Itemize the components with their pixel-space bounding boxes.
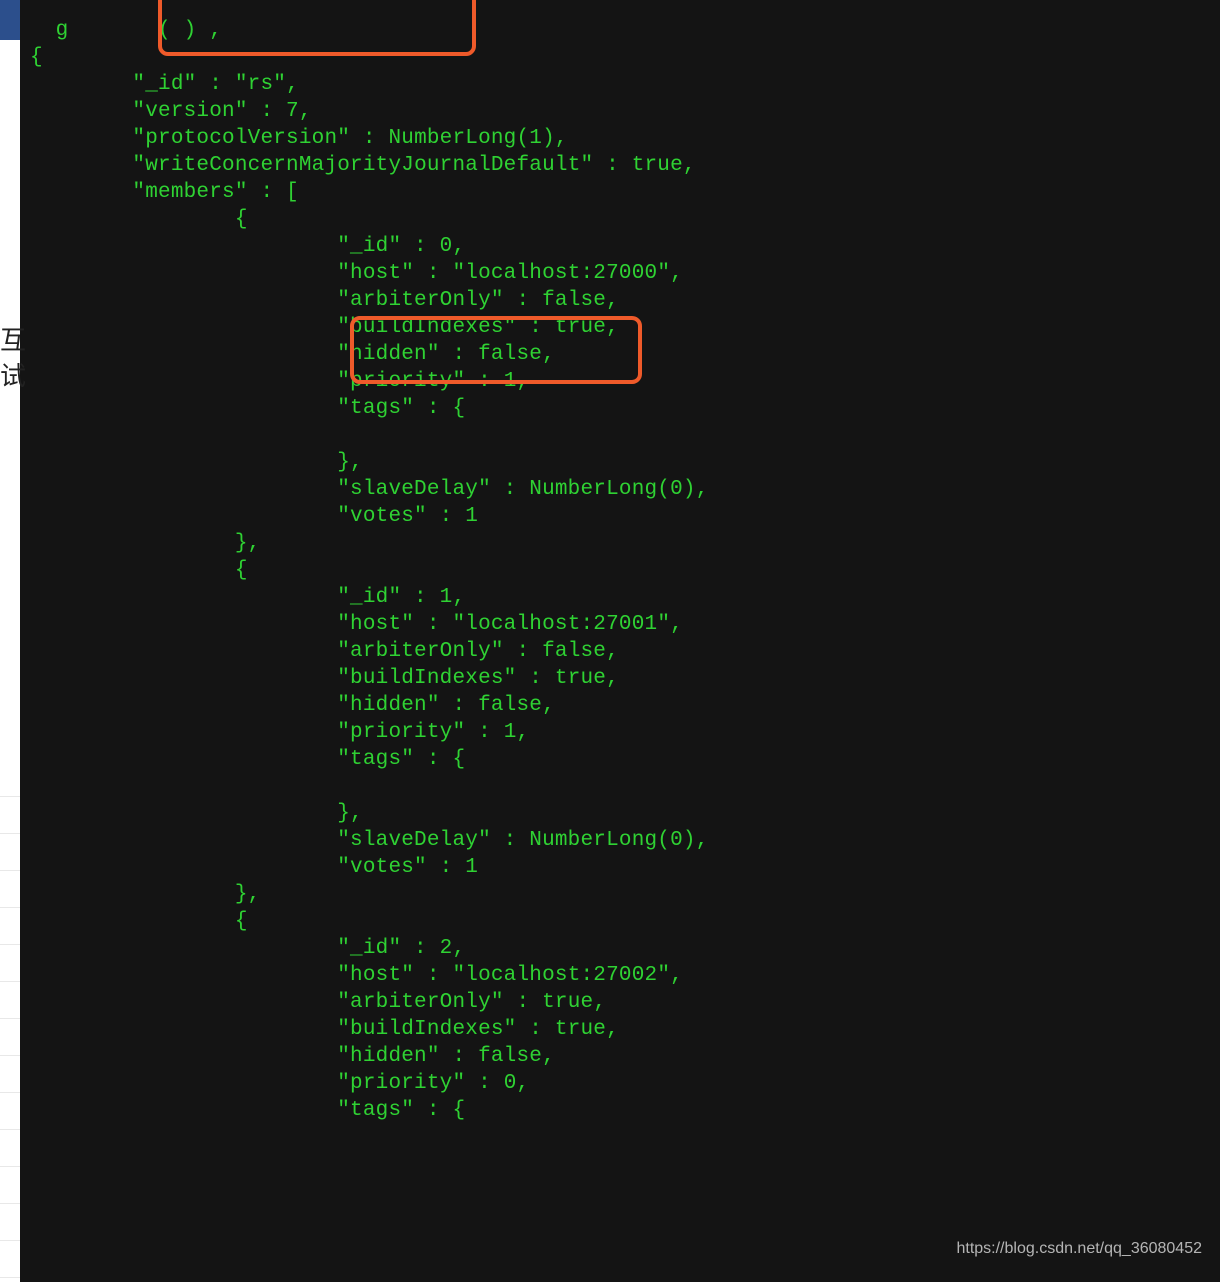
cfg-version-val: 7 xyxy=(286,100,299,123)
m1-pri: 1 xyxy=(504,721,517,744)
m2-bidx: true xyxy=(555,1018,606,1041)
cfg-id-key: "_id" xyxy=(132,73,196,96)
m2-hidden: false xyxy=(478,1045,542,1068)
m1-id: 1 xyxy=(440,586,453,609)
open-brace: { xyxy=(30,46,43,69)
m1-bidx: true xyxy=(555,667,606,690)
m0-host: localhost:27000 xyxy=(465,262,657,285)
page-root: g ( ) , { "_id" : "rs", "version" : 7, "… xyxy=(0,0,1220,1282)
m2-id: 2 xyxy=(440,937,453,960)
terminal-window[interactable]: g ( ) , { "_id" : "rs", "version" : 7, "… xyxy=(20,0,1220,1282)
cfg-id-val: "rs" xyxy=(235,73,286,96)
watermark-text: https://blog.csdn.net/qq_36080452 xyxy=(956,1240,1202,1258)
m2-tags: { xyxy=(452,1099,465,1122)
side-char-a: 互 xyxy=(0,320,26,357)
m1-hidden: false xyxy=(478,694,542,717)
cfg-wcm-key: "writeConcernMajorityJournalDefault" xyxy=(132,154,593,177)
m0-pri: 1 xyxy=(504,370,517,393)
cfg-version-key: "version" xyxy=(132,100,247,123)
side-char-b: 试 xyxy=(0,356,26,393)
m0-sd: NumberLong(0) xyxy=(529,478,695,501)
cfg-proto-key: "protocolVersion" xyxy=(132,127,350,150)
cfg-proto-val: NumberLong(1) xyxy=(388,127,554,150)
cfg-wcm-val: true xyxy=(632,154,683,177)
m0-hidden: false xyxy=(478,343,542,366)
m0-arb: false xyxy=(542,289,606,312)
m0-id: 0 xyxy=(440,235,453,258)
left-blue-block xyxy=(0,0,20,40)
m2-pri: 0 xyxy=(504,1072,517,1095)
m1-arb: false xyxy=(542,640,606,663)
m0-tags: { xyxy=(452,397,465,420)
left-row-lines xyxy=(0,760,20,1280)
m1-tags: { xyxy=(452,748,465,771)
cmd-fragment: g ( ) , xyxy=(30,19,222,42)
m1-votes: 1 xyxy=(465,856,478,879)
cfg-members-key: "members" xyxy=(132,181,247,204)
m1-host: localhost:27001 xyxy=(465,613,657,636)
code-block: g ( ) , { "_id" : "rs", "version" : 7, "… xyxy=(30,0,709,1124)
m1-sd: NumberLong(0) xyxy=(529,829,695,852)
m0-votes: 1 xyxy=(465,505,478,528)
m0-bidx: true xyxy=(555,316,606,339)
m2-arb: true xyxy=(542,991,593,1014)
m2-host: localhost:27002 xyxy=(465,964,657,987)
